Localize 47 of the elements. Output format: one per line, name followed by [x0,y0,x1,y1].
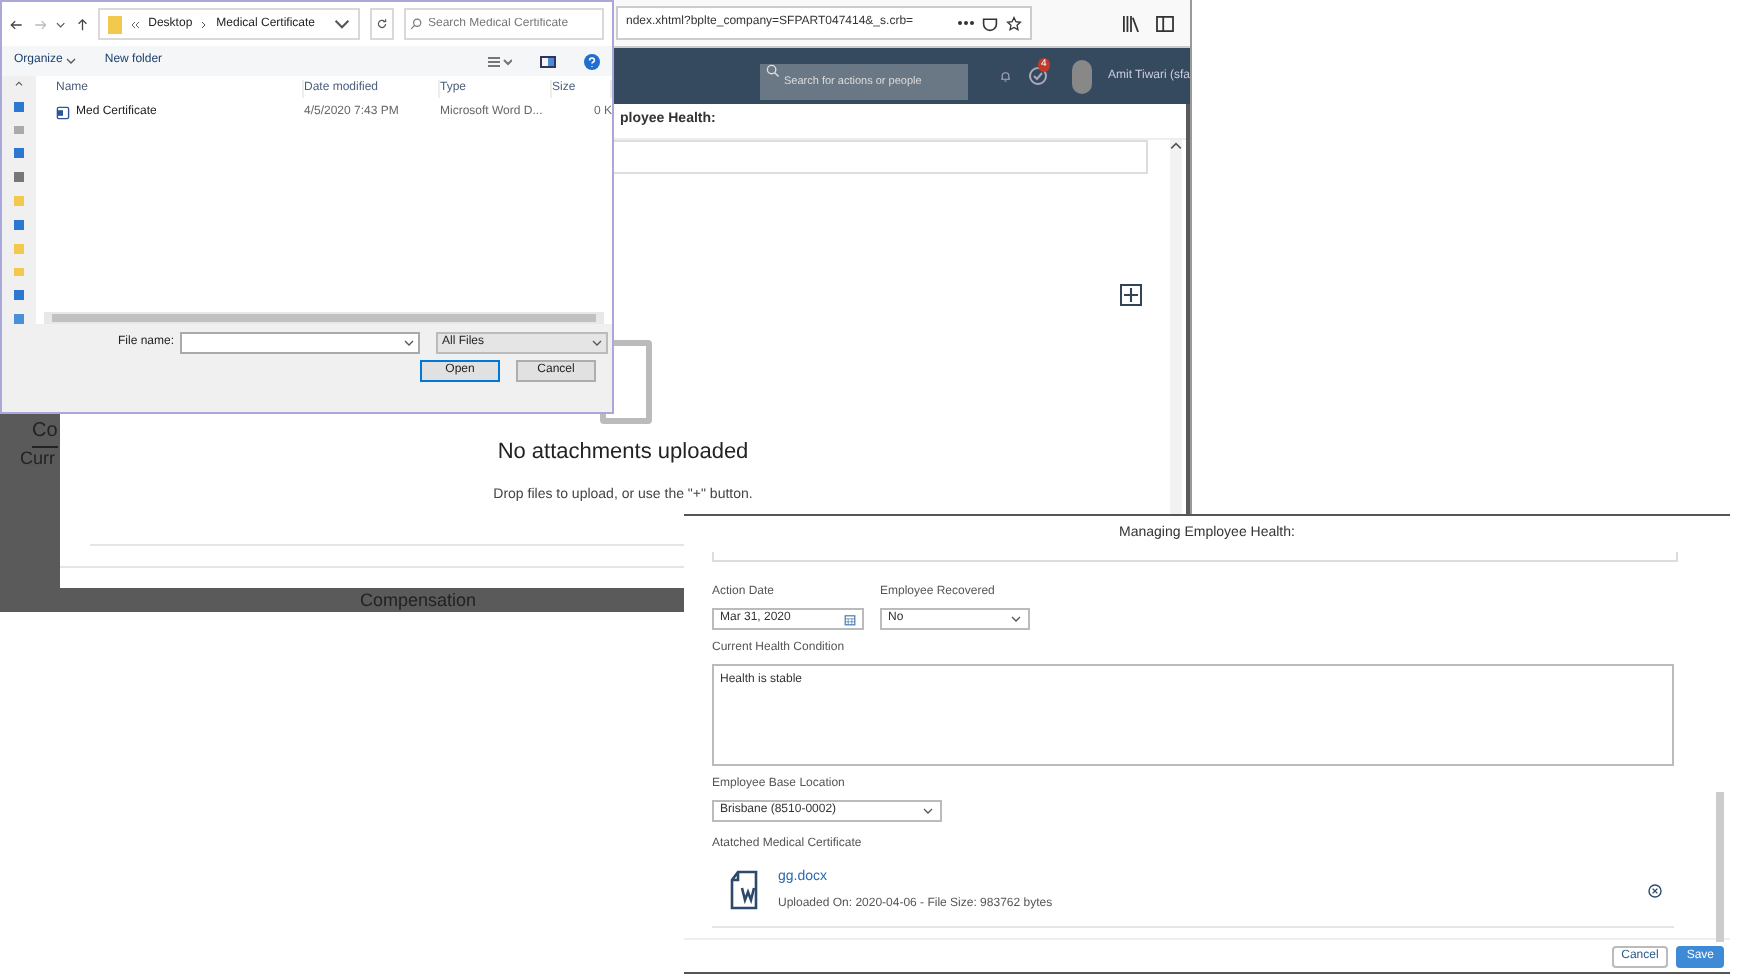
scroll-up-icon [14,80,24,88]
up-arrow-icon[interactable] [75,17,89,31]
preview-pane-icon[interactable] [540,55,556,67]
chevron-down-icon [333,16,350,32]
nav-item-icon[interactable] [14,148,24,159]
calendar-icon[interactable] [844,613,856,625]
star-icon[interactable] [1006,15,1022,31]
help-icon[interactable] [584,53,600,69]
remove-icon[interactable] [1648,883,1662,898]
more-icon[interactable] [958,20,974,26]
nav-item-icon[interactable] [14,172,24,183]
empty-state-title: No attachments uploaded [497,438,749,468]
search-icon [410,18,422,30]
page-label: Compensation [360,590,477,610]
chevron-down-icon [404,338,415,348]
nav-item-icon[interactable] [14,290,24,301]
search-icon [766,63,780,77]
back-arrow-icon[interactable] [10,17,23,31]
page-label: Curr [20,446,55,472]
chevron-down-icon [1010,614,1022,624]
avatar-placeholder[interactable] [1071,59,1092,93]
scroll-up-icon [1170,140,1182,152]
chevron-down-icon [592,338,603,348]
scrollbar[interactable] [1170,140,1182,520]
horizontal-scrollbar[interactable] [44,312,604,324]
shield-icon[interactable] [982,15,998,31]
refresh-icon [375,18,388,30]
bell-icon[interactable] [1000,66,1012,86]
history-chevron-icon [56,19,66,29]
sidebar-icon[interactable] [1156,15,1174,31]
nav-item-icon[interactable] [14,101,24,112]
plus-icon [1124,288,1138,302]
refresh-button[interactable] [369,8,394,40]
chevron-down-icon [922,806,934,816]
folder-icon [108,15,123,33]
nav-item-icon[interactable] [14,125,24,135]
document-icon [56,105,70,119]
library-icon[interactable] [1122,15,1140,31]
file-name-field[interactable] [180,332,421,354]
nav-item-icon[interactable] [14,219,24,230]
page-heading: Co [32,416,58,448]
caret-icon [66,56,77,66]
view-options-icon[interactable] [488,55,512,67]
add-button[interactable] [1120,284,1142,306]
check-circle-icon[interactable] [1027,66,1048,86]
double-chevron-icon [130,19,141,29]
scrollbar[interactable] [1716,792,1724,942]
